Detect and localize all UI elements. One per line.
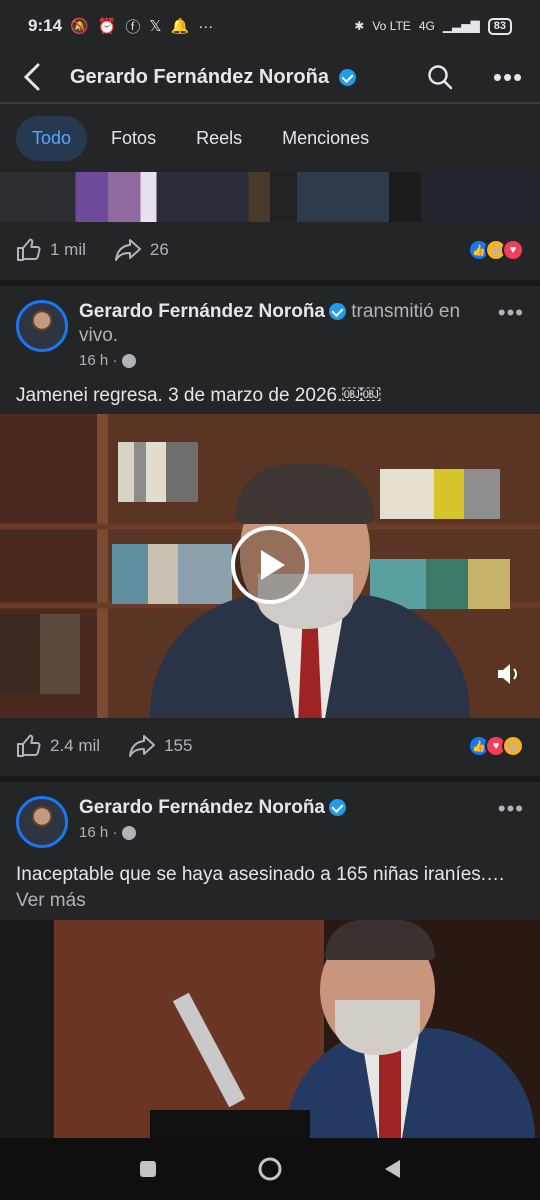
post-time: 16 h · bbox=[79, 352, 118, 369]
recents-button[interactable] bbox=[133, 1154, 163, 1184]
post-text: Inaceptable que se haya asesinado a 165 … bbox=[0, 862, 540, 914]
verified-badge-icon bbox=[338, 68, 356, 86]
post-author[interactable]: Gerardo Fernández Noroña transmitió en v… bbox=[79, 300, 490, 348]
previous-post-photo[interactable] bbox=[0, 172, 540, 222]
like-icon bbox=[17, 238, 41, 261]
tab-fotos[interactable]: Fotos bbox=[95, 116, 172, 161]
share-icon bbox=[114, 239, 141, 261]
post-author-name: Gerardo Fernández Noroña bbox=[79, 301, 325, 322]
share-icon bbox=[129, 735, 156, 757]
back-arrow-icon bbox=[23, 63, 40, 91]
avatar[interactable] bbox=[16, 796, 68, 848]
network-label: 4G bbox=[418, 19, 435, 33]
post-text-body: Inaceptable que se haya asesinado a 165 … bbox=[16, 864, 506, 885]
more-options-button[interactable]: ••• bbox=[492, 61, 524, 93]
search-button[interactable] bbox=[424, 61, 456, 93]
post-time: 16 h · bbox=[79, 824, 118, 841]
post-author-name: Gerardo Fernández Noroña bbox=[79, 797, 325, 818]
tab-menciones[interactable]: Menciones bbox=[266, 116, 385, 161]
filter-tabs: Todo Fotos Reels Menciones bbox=[0, 104, 540, 172]
previous-post-actions: 1 mil 26 👍 😆 ♥ bbox=[0, 222, 540, 280]
x-icon: 𝕏 bbox=[149, 18, 162, 35]
bluetooth-icon: ✱ bbox=[354, 19, 365, 33]
haha-reaction-icon: 😆 bbox=[502, 735, 524, 757]
reaction-summary[interactable]: 👍 ♥ 😆 bbox=[468, 735, 524, 757]
post-2-video[interactable] bbox=[0, 920, 540, 1138]
post-author[interactable]: Gerardo Fernández Noroña bbox=[79, 796, 490, 820]
notification-icons: 🔕 ⏰ ⓕ 𝕏 🔔 ··· bbox=[70, 16, 213, 37]
podium bbox=[150, 1110, 310, 1138]
play-button[interactable] bbox=[231, 526, 309, 604]
facebook-icon: ⓕ bbox=[125, 18, 141, 36]
post-options-button[interactable]: ••• bbox=[498, 796, 524, 848]
bookshelf-books bbox=[0, 614, 80, 694]
like-count[interactable]: 2.4 mil bbox=[16, 734, 100, 758]
share-count-label: 155 bbox=[164, 736, 193, 755]
volume-button[interactable] bbox=[492, 658, 524, 690]
tab-todo[interactable]: Todo bbox=[16, 115, 88, 161]
status-time: 9:14 bbox=[28, 16, 63, 35]
reaction-summary[interactable]: 👍 😆 ♥ bbox=[468, 239, 524, 261]
home-button[interactable] bbox=[255, 1154, 285, 1184]
share-count[interactable]: 26 bbox=[114, 238, 169, 262]
share-count[interactable]: 155 bbox=[128, 734, 192, 758]
love-reaction-icon: ♥ bbox=[502, 239, 524, 261]
post-1-header: Gerardo Fernández Noroña transmitió en v… bbox=[0, 286, 540, 414]
back-nav-button[interactable] bbox=[377, 1154, 407, 1184]
post-meta: 16 h · bbox=[79, 824, 490, 841]
status-bar: 9:14 🔕 ⏰ ⓕ 𝕏 🔔 ··· ✱ Vo LTE 4G ▁▃▅▇ 83 bbox=[0, 0, 540, 52]
verified-badge-icon bbox=[329, 303, 346, 321]
page-title-text: Gerardo Fernández Noroña bbox=[70, 65, 329, 88]
verified-badge-icon bbox=[329, 799, 346, 817]
home-icon bbox=[258, 1157, 282, 1181]
more-notifications-icon: ··· bbox=[198, 17, 214, 35]
page-title: Gerardo Fernández Noroña bbox=[70, 66, 356, 89]
post-meta: 16 h · bbox=[79, 352, 490, 369]
more-dots-icon: ••• bbox=[492, 61, 524, 92]
speaker-icon bbox=[498, 664, 517, 684]
bell-icon: 🔔 bbox=[170, 18, 190, 35]
like-icon bbox=[17, 734, 41, 757]
share-count-label: 26 bbox=[149, 240, 169, 259]
post-text: Jamenei regresa. 3 de marzo de 2026.￼￼ bbox=[16, 385, 381, 406]
alarm-icon: ⏰ bbox=[97, 18, 117, 35]
microphone bbox=[172, 992, 246, 1108]
tab-reels[interactable]: Reels bbox=[180, 116, 258, 161]
search-icon bbox=[428, 65, 453, 90]
avatar[interactable] bbox=[16, 300, 68, 352]
public-globe-icon bbox=[122, 825, 137, 840]
back-button[interactable] bbox=[16, 61, 48, 93]
signal-icon: ▁▃▅▇ bbox=[442, 19, 480, 33]
mute-notification-icon: 🔕 bbox=[70, 18, 89, 35]
post-options-button[interactable]: ••• bbox=[498, 300, 524, 369]
recents-icon bbox=[140, 1161, 156, 1177]
like-count[interactable]: 1 mil bbox=[16, 238, 86, 262]
public-globe-icon bbox=[122, 353, 137, 368]
like-count-label: 1 mil bbox=[50, 240, 86, 259]
back-triangle-icon bbox=[385, 1160, 400, 1178]
video-speaker bbox=[150, 464, 470, 718]
app-bar: Gerardo Fernández Noroña ••• bbox=[0, 52, 540, 102]
like-count-label: 2.4 mil bbox=[50, 736, 101, 755]
system-nav-bar bbox=[0, 1138, 540, 1200]
see-more-link[interactable]: Ver más bbox=[16, 890, 86, 911]
volte-label: Vo LTE bbox=[372, 19, 411, 33]
battery-icon: 83 bbox=[487, 17, 512, 35]
live-video-player[interactable] bbox=[0, 414, 540, 718]
post-1-actions: 2.4 mil 155 👍 ♥ 😆 bbox=[0, 718, 540, 776]
video-speaker bbox=[285, 920, 535, 1138]
post-2-header: Gerardo Fernández Noroña 16 h · ••• Inac… bbox=[0, 782, 540, 920]
